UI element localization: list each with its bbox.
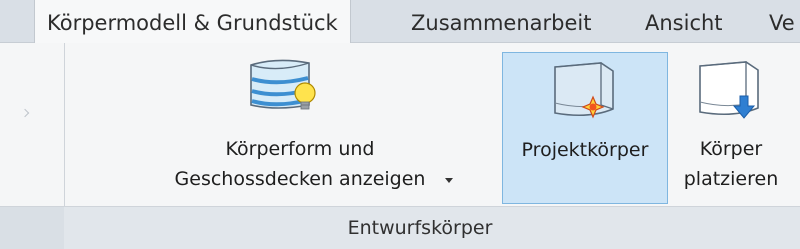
ribbon-tab-strip: Körpermodell & Grundstück Zusammenarbeit… (0, 0, 800, 43)
previous-panel-footer (0, 207, 64, 249)
dropdown-arrow-icon[interactable] (445, 178, 453, 183)
place-mass-icon (694, 56, 764, 124)
place-mass-label-line1: Körper (699, 138, 763, 160)
tab-koerpermodell-grundstueck[interactable]: Körpermodell & Grundstück (34, 0, 351, 43)
show-mass-floors-button[interactable]: Körperform und Geschossdecken anzeigen (140, 45, 460, 205)
in-place-mass-label: Projektkörper (521, 139, 649, 161)
tab-ansicht[interactable]: Ansicht (645, 0, 723, 42)
show-mass-icon (247, 53, 321, 119)
panel-title-bar: Entwurfskörper (0, 206, 800, 249)
tab-overflow-truncated[interactable]: Ve (769, 0, 795, 42)
panel-title: Entwurfskörper (347, 217, 493, 239)
tab-zusammenarbeit[interactable]: Zusammenarbeit (411, 0, 591, 42)
place-mass-label-line2: platzieren (683, 168, 779, 190)
in-place-mass-button[interactable]: Projektkörper (502, 52, 668, 204)
place-mass-button[interactable]: Körper platzieren (672, 52, 790, 202)
show-mass-label-line2: Geschossdecken anzeigen (174, 168, 426, 190)
show-mass-label-line1: Körperform und (225, 138, 375, 160)
in-place-mass-icon (549, 57, 619, 125)
